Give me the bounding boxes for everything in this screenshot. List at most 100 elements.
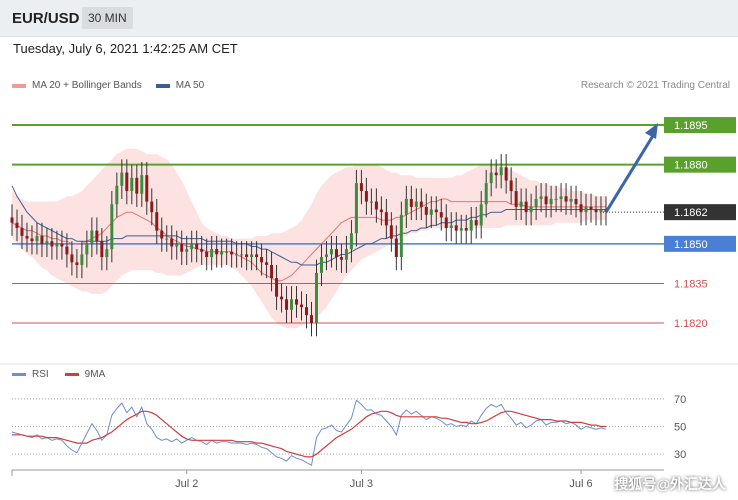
candle-body bbox=[120, 172, 124, 186]
rsi-ma-line bbox=[12, 410, 606, 458]
candle-body bbox=[594, 209, 598, 213]
candle-body bbox=[469, 220, 473, 231]
candle-body bbox=[319, 257, 323, 273]
candle-body bbox=[80, 254, 84, 265]
bollinger-band-area bbox=[12, 148, 606, 329]
candle-body bbox=[324, 254, 328, 258]
rsi-tick-label: 30 bbox=[674, 449, 686, 461]
candle-body bbox=[309, 315, 313, 324]
x-tick-label: Jul 2 bbox=[175, 478, 198, 490]
candle-body bbox=[404, 198, 408, 215]
candle-body bbox=[90, 230, 94, 244]
candle-body bbox=[379, 209, 383, 213]
candle-body bbox=[230, 251, 234, 255]
candle-body bbox=[539, 196, 543, 199]
candle-body bbox=[454, 225, 458, 231]
candle-body bbox=[344, 249, 348, 260]
candle-body bbox=[100, 241, 104, 258]
candle-body bbox=[55, 243, 59, 247]
candle-body bbox=[140, 175, 144, 194]
candle-body bbox=[205, 251, 209, 258]
candle-body bbox=[584, 206, 588, 213]
candle-body bbox=[110, 204, 114, 250]
candle-body bbox=[499, 167, 503, 176]
price-chart: 1.1895 1.1880 1.1862 1.1850 1.1835 1.1820 70 50… bbox=[0, 117, 738, 490]
candle-body bbox=[504, 167, 508, 181]
candle-body bbox=[474, 220, 478, 226]
candle-body bbox=[260, 257, 264, 263]
candle-body bbox=[459, 228, 463, 231]
candle-body bbox=[105, 249, 109, 258]
rsi-tick-label: 70 bbox=[674, 394, 686, 406]
candle-body bbox=[414, 201, 418, 207]
candle-body bbox=[349, 233, 353, 250]
candle-body bbox=[529, 206, 533, 213]
candle-body bbox=[185, 249, 189, 252]
candle-body bbox=[429, 209, 433, 215]
candle-body bbox=[250, 254, 254, 258]
candle-body bbox=[394, 238, 398, 258]
candle-body bbox=[290, 299, 294, 310]
candle-body bbox=[300, 304, 304, 308]
candle-body bbox=[519, 201, 523, 207]
candle-body bbox=[449, 225, 453, 228]
level-label-1.1820: 1.1820 bbox=[674, 318, 708, 330]
level-label-1.1850: 1.1850 bbox=[674, 239, 708, 251]
candle-body bbox=[285, 299, 289, 310]
candle-body bbox=[374, 201, 378, 210]
candle-body bbox=[15, 222, 19, 228]
candle-body bbox=[270, 264, 274, 279]
candle-body bbox=[180, 243, 184, 252]
candle-body bbox=[334, 249, 338, 258]
candle-body bbox=[30, 238, 34, 242]
candle-body bbox=[150, 201, 154, 213]
candle-body bbox=[554, 198, 558, 200]
candle-body bbox=[160, 230, 164, 239]
projection-arrow-line bbox=[604, 133, 656, 213]
candle-body bbox=[155, 212, 159, 231]
rsi-line bbox=[11, 399, 607, 466]
candle-body bbox=[85, 243, 89, 255]
x-tick-label: Jul 3 bbox=[350, 478, 373, 490]
candle-body bbox=[489, 172, 493, 184]
candle-body bbox=[369, 201, 373, 203]
candle-body bbox=[424, 206, 428, 215]
level-label-1.1880: 1.1880 bbox=[674, 160, 708, 172]
candle-body bbox=[20, 228, 24, 236]
candle-body bbox=[534, 198, 538, 207]
candle-body bbox=[95, 230, 99, 242]
candle-body bbox=[215, 249, 219, 255]
candle-body bbox=[145, 175, 149, 202]
candle-body bbox=[295, 299, 299, 305]
watermark: 搜狐号@外汇达人 bbox=[614, 476, 726, 492]
candle-body bbox=[574, 198, 578, 205]
candle-body bbox=[339, 257, 343, 260]
candle-body bbox=[130, 177, 134, 192]
candle-body bbox=[484, 183, 488, 205]
candle-body bbox=[265, 262, 269, 265]
candle-body bbox=[225, 251, 229, 253]
candle-body bbox=[579, 204, 583, 213]
candle-body bbox=[305, 307, 309, 316]
x-tick-label: Jul 6 bbox=[569, 478, 592, 490]
candle-body bbox=[569, 198, 573, 202]
candle-body bbox=[599, 209, 603, 213]
candle-body bbox=[165, 238, 169, 240]
candle-body bbox=[240, 254, 244, 256]
candle-body bbox=[125, 172, 129, 192]
candle-body bbox=[275, 278, 279, 297]
candle-body bbox=[245, 254, 249, 258]
candle-body bbox=[399, 214, 403, 258]
candle-body bbox=[359, 183, 363, 192]
candle-body bbox=[384, 212, 388, 226]
candle-body bbox=[75, 262, 79, 265]
level-label-1.1862: 1.1862 bbox=[674, 207, 708, 219]
candle-body bbox=[464, 228, 468, 231]
candle-body bbox=[549, 198, 553, 205]
candle-body bbox=[135, 177, 139, 194]
candle-body bbox=[220, 251, 224, 255]
candle-body bbox=[65, 246, 69, 255]
candle-body bbox=[434, 209, 438, 213]
candle-body bbox=[544, 196, 548, 205]
candle-body bbox=[35, 235, 39, 242]
